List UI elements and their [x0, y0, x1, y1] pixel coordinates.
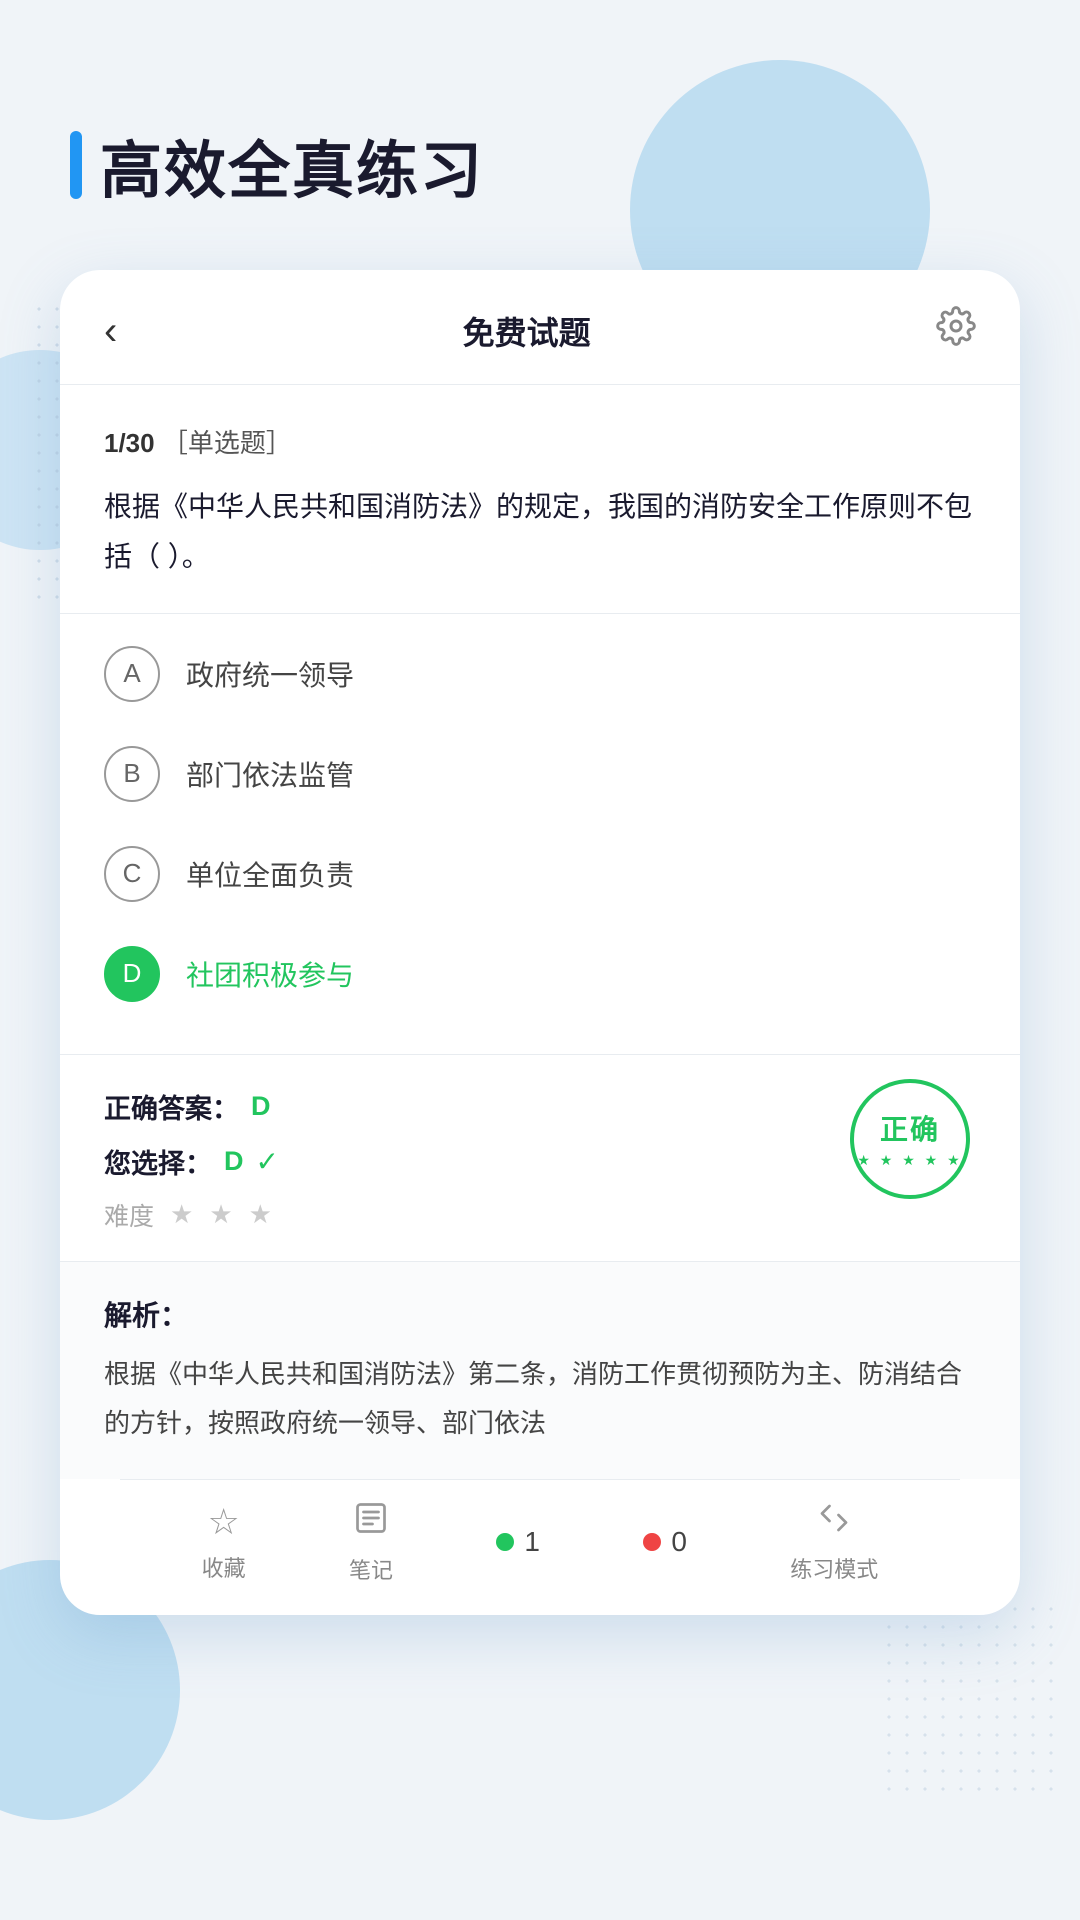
bg-dots-bottom — [880, 1600, 1060, 1800]
selected-answer-label: 您选择： — [104, 1142, 212, 1181]
option-item-b[interactable]: B 部门依法监管 — [104, 724, 976, 824]
card-topbar: ‹ 免费试题 — [60, 270, 1020, 385]
option-text-d: 社团积极参与 — [186, 954, 354, 994]
correct-count-value: 1 — [524, 1526, 540, 1558]
question-type: ［单选题］ — [162, 428, 292, 458]
practice-mode-label: 练习模式 — [790, 1552, 878, 1584]
checkmark-icon: ✓ — [256, 1145, 279, 1178]
notes-icon — [353, 1500, 389, 1545]
option-item-a[interactable]: A 政府统一领导 — [104, 624, 976, 724]
option-circle-d: D — [104, 946, 160, 1002]
option-circle-a: A — [104, 646, 160, 702]
practice-mode-icon — [816, 1500, 852, 1544]
option-circle-c: C — [104, 846, 160, 902]
correct-answer-value: D — [251, 1091, 271, 1122]
bottom-nav: ☆ 收藏 笔记 1 0 — [120, 1479, 960, 1615]
settings-icon[interactable] — [936, 306, 976, 356]
question-text: 根据《中华人民共和国消防法》的规定，我国的消防安全工作原则不包括（ ）。 — [104, 482, 976, 583]
collect-label: 收藏 — [202, 1551, 246, 1583]
notes-label: 笔记 — [349, 1553, 393, 1585]
difficulty-row: 难度 ★ ★ ★ — [104, 1197, 976, 1233]
star-2: ★ — [209, 1199, 232, 1230]
stamp-stars: ★ ★ ★ ★ ★ — [857, 1152, 962, 1169]
practice-mode-button[interactable]: 练习模式 — [790, 1500, 878, 1584]
difficulty-label: 难度 — [104, 1197, 154, 1233]
correct-answer-label: 正确答案： — [104, 1087, 239, 1126]
options-area: A 政府统一领导 B 部门依法监管 C 单位全面负责 D 社团积极参与 — [60, 614, 1020, 1055]
option-text-b: 部门依法监管 — [186, 754, 354, 794]
correct-answer-row: 正确答案： D — [104, 1087, 976, 1126]
analysis-text: 根据《中华人民共和国消防法》第二条，消防工作贯彻预防为主、防消结合的方针，按照政… — [104, 1350, 976, 1449]
correct-stamp: 正确 ★ ★ ★ ★ ★ — [850, 1079, 970, 1199]
question-number: 1/30 — [104, 428, 155, 458]
correct-count: 1 — [496, 1526, 540, 1558]
option-item-c[interactable]: C 单位全面负责 — [104, 824, 976, 924]
star-3: ★ — [249, 1199, 272, 1230]
page-title: 高效全真练习 — [100, 120, 484, 210]
answer-area: 正确答案： D 您选择： D ✓ 难度 ★ ★ ★ 正确 ★ ★ ★ ★ ★ — [60, 1055, 1020, 1262]
option-text-c: 单位全面负责 — [186, 854, 354, 894]
wrong-count: 0 — [643, 1526, 687, 1558]
option-circle-b: B — [104, 746, 160, 802]
star-1: ★ — [170, 1199, 193, 1230]
wrong-count-value: 0 — [671, 1526, 687, 1558]
option-text-a: 政府统一领导 — [186, 654, 354, 694]
phone-card: ‹ 免费试题 1/30 ［单选题］ 根据《中华人民共和国消防法》的规定，我国的消… — [60, 270, 1020, 1615]
collect-icon: ☆ — [208, 1501, 240, 1543]
analysis-title: 解析： — [104, 1294, 976, 1334]
question-meta: 1/30 ［单选题］ — [104, 423, 976, 460]
selected-answer-row: 您选择： D ✓ — [104, 1142, 976, 1181]
back-button[interactable]: ‹ — [104, 309, 117, 354]
correct-dot — [496, 1533, 514, 1551]
collect-button[interactable]: ☆ 收藏 — [202, 1501, 246, 1583]
topbar-title: 免费试题 — [463, 308, 591, 354]
header-accent-bar — [70, 131, 82, 199]
option-item-d[interactable]: D 社团积极参与 — [104, 924, 976, 1024]
question-area: 1/30 ［单选题］ 根据《中华人民共和国消防法》的规定，我国的消防安全工作原则… — [60, 385, 1020, 614]
page-header: 高效全真练习 — [0, 0, 1080, 250]
notes-button[interactable]: 笔记 — [349, 1500, 393, 1585]
wrong-dot — [643, 1533, 661, 1551]
stamp-text: 正确 — [880, 1108, 940, 1148]
selected-answer-value: D — [224, 1146, 244, 1177]
analysis-area: 解析： 根据《中华人民共和国消防法》第二条，消防工作贯彻预防为主、防消结合的方针… — [60, 1262, 1020, 1479]
